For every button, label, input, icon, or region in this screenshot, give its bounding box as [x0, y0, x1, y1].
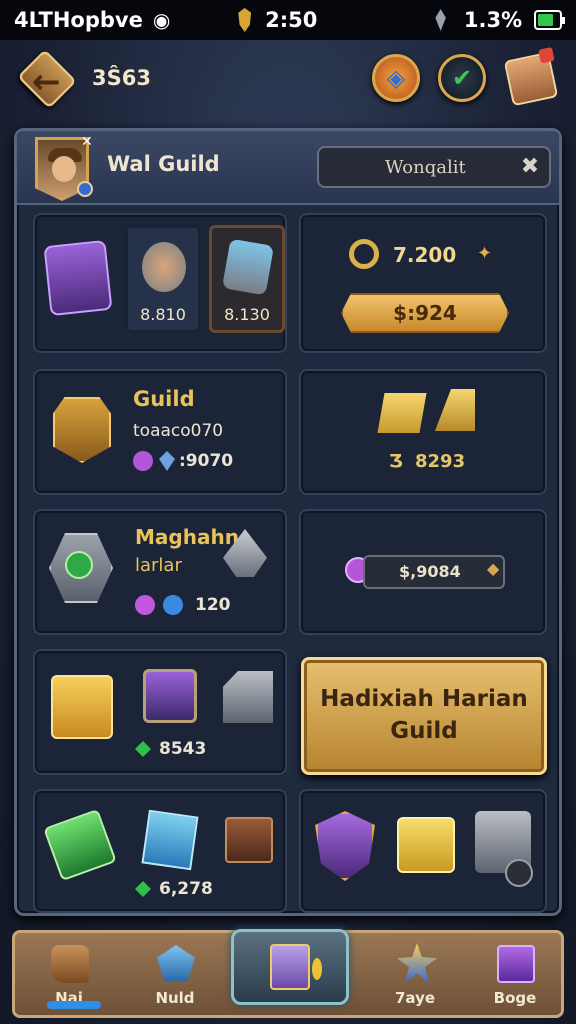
avatar-badge-icon: [77, 181, 93, 197]
nav-item-box[interactable]: Boge: [465, 933, 565, 1015]
purple-crate-icon: [143, 669, 197, 723]
battery-icon: [534, 10, 565, 30]
page-title: Wal Guild: [107, 152, 220, 176]
green-gem-icon: [135, 881, 151, 897]
purple-orb-icon: [133, 451, 153, 471]
nav-item-crystal[interactable]: Nuld: [125, 933, 225, 1015]
machine-stat: 120: [195, 595, 231, 615]
slot-value: 8.130: [224, 305, 270, 324]
gold-amount: 8293: [415, 451, 466, 472]
machine-title: Maghahn: [135, 525, 239, 549]
nav-label: 7aye: [394, 989, 436, 1007]
compass-icon: ◈: [386, 64, 406, 92]
search-input[interactable]: Wonqalit: [317, 146, 551, 188]
gold-chest-icon: [51, 675, 113, 739]
steel-armor-icon: [223, 671, 273, 723]
purple-shield-icon: [315, 811, 375, 881]
shield-slot[interactable]: 8.810: [125, 225, 201, 333]
star-shard-icon: [397, 943, 437, 983]
guild-panel: ✕ Wal Guild Wonqalit ✖ 8.810 8.130 7.200…: [14, 128, 562, 916]
wifi-icon: ◉: [152, 8, 171, 32]
slider-card: $,9084 ◆: [299, 509, 547, 635]
daily-button-line1: Hadixiah Harian: [320, 686, 528, 712]
emerald-icon: [43, 808, 117, 882]
avatar-face: [52, 156, 76, 182]
machine-subtitle: larlar: [135, 555, 182, 576]
active-tab-indicator: [47, 1001, 101, 1009]
gem-armor-slot[interactable]: 8.130: [209, 225, 285, 333]
settings-icon[interactable]: [505, 859, 533, 887]
purple-orb-icon: [135, 595, 155, 615]
compass-button[interactable]: ◈: [372, 54, 420, 102]
gift-box-button[interactable]: [503, 51, 559, 107]
blue-shard-icon: [159, 451, 175, 471]
gold-block-icon: [397, 817, 455, 873]
bottom-nav: Nai Nuld 7aye Boge: [12, 929, 565, 1018]
equipment-card: 8.810 8.130: [33, 213, 287, 353]
wood-chest-icon: [225, 817, 273, 863]
top-bar: ← 3Ŝ63 ◈ ✔: [0, 48, 576, 110]
close-icon[interactable]: ✖: [517, 154, 543, 180]
gold-bar-icon: [377, 393, 427, 433]
blue-armor-icon: [221, 238, 275, 296]
gold-prefix: Ʒ: [389, 451, 403, 472]
guild-title: Guild: [133, 387, 195, 411]
shield-icon: [238, 8, 252, 32]
treasure-box-icon: [270, 944, 310, 990]
gold-ingot-icon: [435, 389, 475, 431]
chest-card: 8543: [33, 649, 287, 775]
slider-handle-icon[interactable]: ◆: [487, 559, 499, 578]
daily-button-line2: Guild: [390, 718, 458, 744]
settings-mark-icon: ✕: [81, 134, 93, 150]
ice-crate-icon: [141, 809, 199, 871]
hand-icon: [51, 945, 89, 983]
battery-percent: 1.3%: [463, 8, 523, 32]
key-card: 7.200 ✦ $:924: [299, 213, 547, 353]
price-button[interactable]: $:924: [341, 293, 509, 333]
nav-label: Boge: [493, 989, 537, 1007]
back-arrow-icon[interactable]: ←: [32, 62, 61, 102]
gem-icon: [435, 9, 446, 31]
key-icon: [349, 239, 379, 269]
slot-value: 8.810: [140, 305, 186, 324]
check-badge-icon: ✔: [451, 64, 473, 92]
green-gem-icon: [65, 551, 93, 579]
nav-item-treasure[interactable]: [231, 929, 349, 1005]
shield-item-icon: [142, 242, 186, 292]
key-amount: 7.200: [393, 243, 457, 267]
guild-card: Guild toaaco070 :9070: [33, 369, 287, 495]
gold-card: Ʒ 8293: [299, 369, 547, 495]
purple-box-icon: [497, 945, 535, 983]
gems-card: 6,278: [33, 789, 287, 913]
guild-banner-icon: [53, 397, 111, 463]
blue-orb-icon: [163, 595, 183, 615]
chest-stat: 8543: [159, 739, 207, 759]
currency-count: 3Ŝ63: [92, 66, 151, 90]
armor-icon[interactable]: [43, 239, 113, 317]
machine-card: Maghahn larlar 120: [33, 509, 287, 635]
green-gem-icon: [135, 741, 151, 757]
guild-subtitle: toaaco070: [133, 421, 224, 441]
check-button[interactable]: ✔: [438, 54, 486, 102]
sparkle-icon: ✦: [477, 243, 493, 264]
clock: 2:50: [265, 8, 318, 32]
crystal-icon: [157, 945, 195, 981]
panel-header: ✕ Wal Guild Wonqalit ✖: [17, 131, 559, 205]
nav-label: Nuld: [155, 989, 195, 1007]
guild-stat: :9070: [179, 451, 234, 471]
carrier-name: 4LTHopbve: [14, 8, 143, 32]
nav-item-star[interactable]: 7aye: [365, 933, 465, 1015]
nav-item-hand[interactable]: Nai: [19, 933, 119, 1015]
status-bar: 4LTHopbve ◉ 2:50 1.3%: [0, 0, 576, 40]
daily-guild-button[interactable]: Hadixiah Harian Guild: [301, 657, 547, 775]
items-card: [299, 789, 547, 913]
coin-icon: [312, 958, 322, 980]
value-slider[interactable]: $,9084: [363, 555, 505, 589]
gems-stat: 6,278: [159, 879, 213, 899]
